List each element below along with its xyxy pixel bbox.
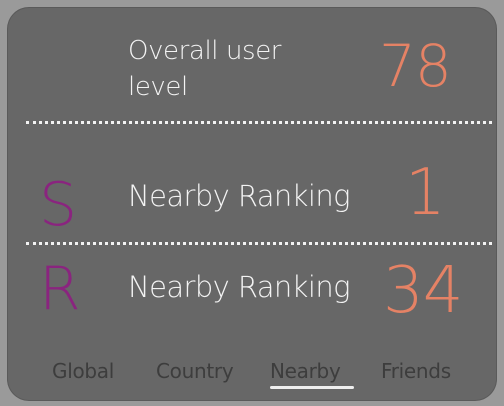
rank-letter-s: S [39,170,78,240]
ranking-card: Overall user level 78 S Nearby Ranking 1… [7,7,497,401]
tab-nearby[interactable]: Nearby [270,358,341,384]
overall-level-label: Overall user level [128,36,282,102]
divider [26,121,492,124]
screen: Overall user level 78 S Nearby Ranking 1… [0,0,504,406]
tab-friends[interactable]: Friends [381,358,451,384]
nearby-ranking-label: Nearby Ranking [128,270,351,304]
tab-global[interactable]: Global [52,358,114,384]
overall-level-value: 78 [379,32,452,100]
nearby-ranking-value: 34 [383,254,463,328]
nearby-ranking-label: Nearby Ranking [128,179,351,213]
rank-letter-r: R [39,254,81,324]
tab-country[interactable]: Country [156,358,234,384]
nearby-ranking-value: 1 [405,156,446,230]
ranking-tabs: Global Country Nearby Friends [45,358,475,392]
selected-tab-underline [270,386,354,389]
divider [26,242,492,245]
